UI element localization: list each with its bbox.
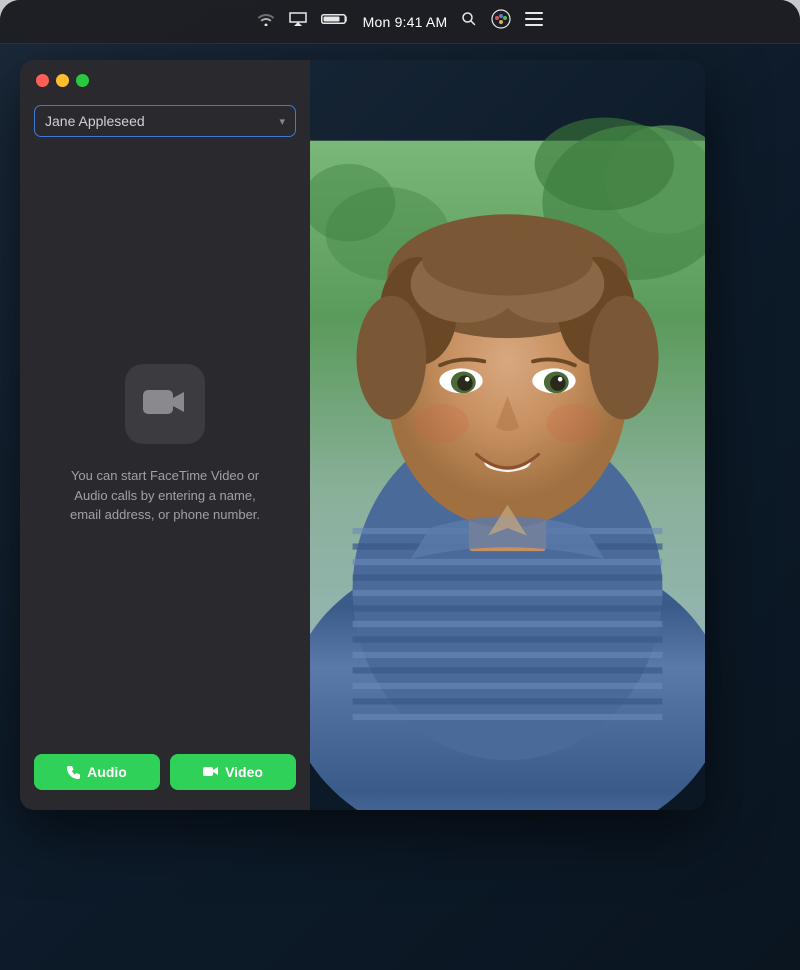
- name-input-value: Jane Appleseed: [45, 113, 145, 129]
- search-icon[interactable]: [461, 11, 477, 32]
- phone-icon: [67, 765, 81, 779]
- traffic-lights: [20, 60, 310, 97]
- menubar-center: Mon 9:41 AM: [257, 9, 544, 34]
- facetime-right-panel: [310, 60, 705, 810]
- name-input-field[interactable]: Jane Appleseed ▾: [34, 105, 296, 137]
- minimize-button[interactable]: [56, 74, 69, 87]
- menubar-time: Mon 9:41 AM: [363, 14, 448, 30]
- facetime-instruction-area: You can start FaceTime Video or Audio ca…: [20, 151, 310, 738]
- control-center-icon[interactable]: [525, 12, 543, 31]
- maximize-button[interactable]: [76, 74, 89, 87]
- video-call-button[interactable]: Video: [170, 754, 296, 790]
- video-camera-icon: [143, 386, 187, 422]
- menubar: Mon 9:41 AM: [0, 0, 800, 44]
- camera-icon: [203, 766, 219, 778]
- video-button-label: Video: [225, 764, 263, 780]
- camera-icon-wrapper: [125, 364, 205, 444]
- audio-call-button[interactable]: Audio: [34, 754, 160, 790]
- instruction-text: You can start FaceTime Video or Audio ca…: [65, 466, 265, 525]
- name-input-container: Jane Appleseed ▾: [20, 97, 310, 151]
- audio-button-label: Audio: [87, 764, 127, 780]
- person-portrait: [310, 60, 705, 810]
- battery-icon: [321, 12, 349, 31]
- wifi-icon: [257, 12, 275, 31]
- airplay-icon: [289, 12, 307, 31]
- facetime-window: Jane Appleseed ▾ You can start FaceTime …: [20, 60, 705, 810]
- facetime-left-panel: Jane Appleseed ▾ You can start FaceTime …: [20, 60, 310, 810]
- mac-frame: Mon 9:41 AM: [0, 0, 800, 970]
- siri-icon[interactable]: [491, 9, 511, 34]
- call-buttons-area: Audio Video: [20, 738, 310, 810]
- chevron-down-icon: ▾: [279, 115, 285, 128]
- close-button[interactable]: [36, 74, 49, 87]
